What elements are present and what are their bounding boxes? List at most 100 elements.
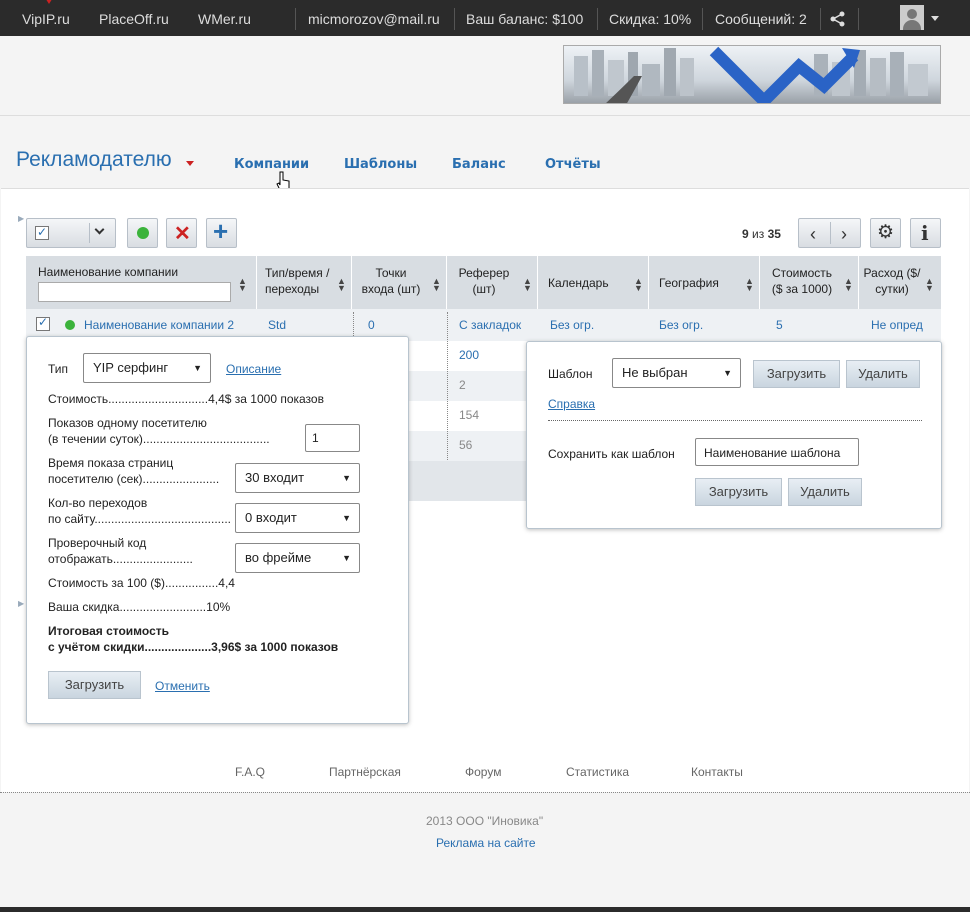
template-load-button[interactable]: Загрузить xyxy=(753,360,840,388)
footer-link-partner[interactable]: Партнёрская xyxy=(329,765,401,779)
info-button[interactable]: i xyxy=(910,218,941,248)
chevron-left-icon[interactable]: ‹ xyxy=(810,224,816,245)
sort-icon[interactable]: ▲ ▼ xyxy=(745,277,754,293)
cell-geo[interactable]: Без огр. xyxy=(659,318,703,332)
sort-icon[interactable]: ▲ ▼ xyxy=(634,277,643,293)
sort-icon[interactable]: ▲ ▼ xyxy=(337,277,346,293)
cell-referer: 2 xyxy=(459,378,466,392)
template-delete-button[interactable]: Удалить xyxy=(846,360,920,388)
template-name-input[interactable]: Наименование шаблона xyxy=(695,438,859,466)
col-calendar[interactable]: Календарь ▲ ▼ xyxy=(538,256,649,309)
chevron-right-icon[interactable]: › xyxy=(841,224,847,245)
settings-button[interactable]: ⚙ xyxy=(870,218,901,248)
cell-spend[interactable]: Не опред xyxy=(871,318,923,332)
name-filter-input[interactable] xyxy=(38,282,231,302)
dropdown-arrow-icon: ▼ xyxy=(342,553,351,563)
chevron-down-icon[interactable] xyxy=(186,161,194,166)
site-link-placeoff[interactable]: PlaceOff.ru xyxy=(99,0,169,36)
template-select-value: Не выбран xyxy=(622,365,688,380)
save-delete-button[interactable]: Удалить xyxy=(788,478,862,506)
time-label-2: посетителю (сек)....................... xyxy=(48,472,220,486)
views-label-2: (в течении суток).......................… xyxy=(48,432,270,446)
clicks-select[interactable]: 0 входит ▼ xyxy=(235,503,360,533)
pager-sep: из xyxy=(752,227,765,241)
type-select[interactable]: YIP серфинг ▼ xyxy=(83,353,211,383)
col-spend[interactable]: Расход ($/сутки) ▲ ▼ xyxy=(859,256,941,309)
cancel-link[interactable]: Отменить xyxy=(155,679,210,693)
cell-type[interactable]: Std xyxy=(268,318,286,332)
site-link-vipip[interactable]: VipIP.ru xyxy=(22,0,70,36)
chevron-down-icon[interactable] xyxy=(931,16,939,21)
cell-referer[interactable]: 200 xyxy=(459,348,479,362)
bottom-bar xyxy=(0,907,970,912)
nav-templates[interactable]: Шаблоны xyxy=(344,157,417,172)
divider xyxy=(702,8,703,30)
pager-buttons: ‹ › xyxy=(798,218,861,248)
activate-button[interactable] xyxy=(127,218,158,248)
total-label-1: Итоговая стоимость xyxy=(48,624,169,638)
code-select[interactable]: во фрейме ▼ xyxy=(235,543,360,573)
divider xyxy=(820,8,821,30)
description-link[interactable]: Описание xyxy=(226,362,281,376)
info-icon: i xyxy=(921,221,929,245)
type-select-value: YIP серфинг xyxy=(93,360,169,375)
col-name[interactable]: Наименование компании ▲ ▼ xyxy=(26,256,257,309)
user-email[interactable]: micmorozov@mail.ru xyxy=(308,0,440,36)
sort-icon[interactable]: ▲ ▼ xyxy=(523,277,532,293)
sort-icon[interactable]: ▲ ▼ xyxy=(925,277,934,293)
footer-link-forum[interactable]: Форум xyxy=(465,765,501,779)
clicks-label-1: Кол-во переходов xyxy=(48,496,148,510)
pager-text: 9 из 35 xyxy=(742,227,781,241)
cell-referer[interactable]: С закладок xyxy=(459,318,521,332)
code-label-1: Проверочный код xyxy=(48,536,147,550)
nav-companies[interactable]: Компании xyxy=(234,157,309,172)
save-load-button[interactable]: Загрузить xyxy=(695,478,782,506)
sort-icon[interactable]: ▲ ▼ xyxy=(432,277,441,293)
section-title[interactable]: Рекламодателю xyxy=(16,148,172,172)
load-button[interactable]: Загрузить xyxy=(48,671,141,699)
time-select[interactable]: 30 входит ▼ xyxy=(235,463,360,493)
messages[interactable]: Сообщений: 2 xyxy=(715,0,807,36)
col-type[interactable]: Тип/время /переходы ▲ ▼ xyxy=(257,256,352,309)
footer-link-faq[interactable]: F.A.Q xyxy=(235,765,265,779)
avatar-icon[interactable] xyxy=(900,5,924,30)
help-link[interactable]: Справка xyxy=(548,397,595,411)
time-label-1: Время показа страниц xyxy=(48,456,174,470)
check-icon: ✓ xyxy=(37,225,48,239)
col-points[interactable]: Точки входа (шт) ▲ ▼ xyxy=(352,256,447,309)
ads-link[interactable]: Реклама на сайте xyxy=(436,836,536,850)
balance[interactable]: Ваш баланс: $100 xyxy=(466,0,583,36)
cell-points[interactable]: 0 xyxy=(368,318,375,332)
cell-calendar[interactable]: Без огр. xyxy=(550,318,594,332)
plus-icon: + xyxy=(213,216,229,246)
add-button[interactable]: + xyxy=(206,216,237,248)
divider xyxy=(0,792,970,793)
check-icon: ✓ xyxy=(38,315,49,329)
pager-total: 35 xyxy=(767,227,781,241)
company-name-link[interactable]: Наименование компании 2 xyxy=(84,318,234,332)
footer-link-stats[interactable]: Статистика xyxy=(566,765,629,779)
cost100-line: Стоимость за 100 ($)................4,4 xyxy=(48,576,235,590)
clicks-label-2: по сайту................................… xyxy=(48,512,232,526)
sort-icon[interactable]: ▲ ▼ xyxy=(238,277,247,293)
template-select[interactable]: Не выбран ▼ xyxy=(612,358,741,388)
footer-link-contacts[interactable]: Контакты xyxy=(691,765,743,779)
sort-icon[interactable]: ▲ ▼ xyxy=(844,277,853,293)
col-cost[interactable]: Стоимость ($ за 1000) ▲ ▼ xyxy=(760,256,859,309)
views-input[interactable]: 1 xyxy=(305,424,360,452)
nav-reports[interactable]: Отчёты xyxy=(545,157,601,172)
site-link-wmer[interactable]: WMer.ru xyxy=(198,0,251,36)
divider xyxy=(295,8,296,30)
select-all-dropdown[interactable]: ✓ xyxy=(26,218,116,248)
close-icon: ✕ xyxy=(174,223,191,245)
delete-button[interactable]: ✕ xyxy=(166,218,197,248)
dropdown-arrow-icon: ▼ xyxy=(723,368,732,378)
col-geo[interactable]: География ▲ ▼ xyxy=(649,256,760,309)
template-label: Шаблон xyxy=(548,367,593,381)
nav-balance[interactable]: Баланс xyxy=(452,157,506,172)
share-icon[interactable] xyxy=(830,11,846,27)
save-template-label: Сохранить как шаблон xyxy=(548,447,675,461)
col-referer[interactable]: Реферер (шт) ▲ ▼ xyxy=(447,256,538,309)
cell-cost[interactable]: 5 xyxy=(776,318,783,332)
discount: Скидка: 10% xyxy=(609,11,692,27)
